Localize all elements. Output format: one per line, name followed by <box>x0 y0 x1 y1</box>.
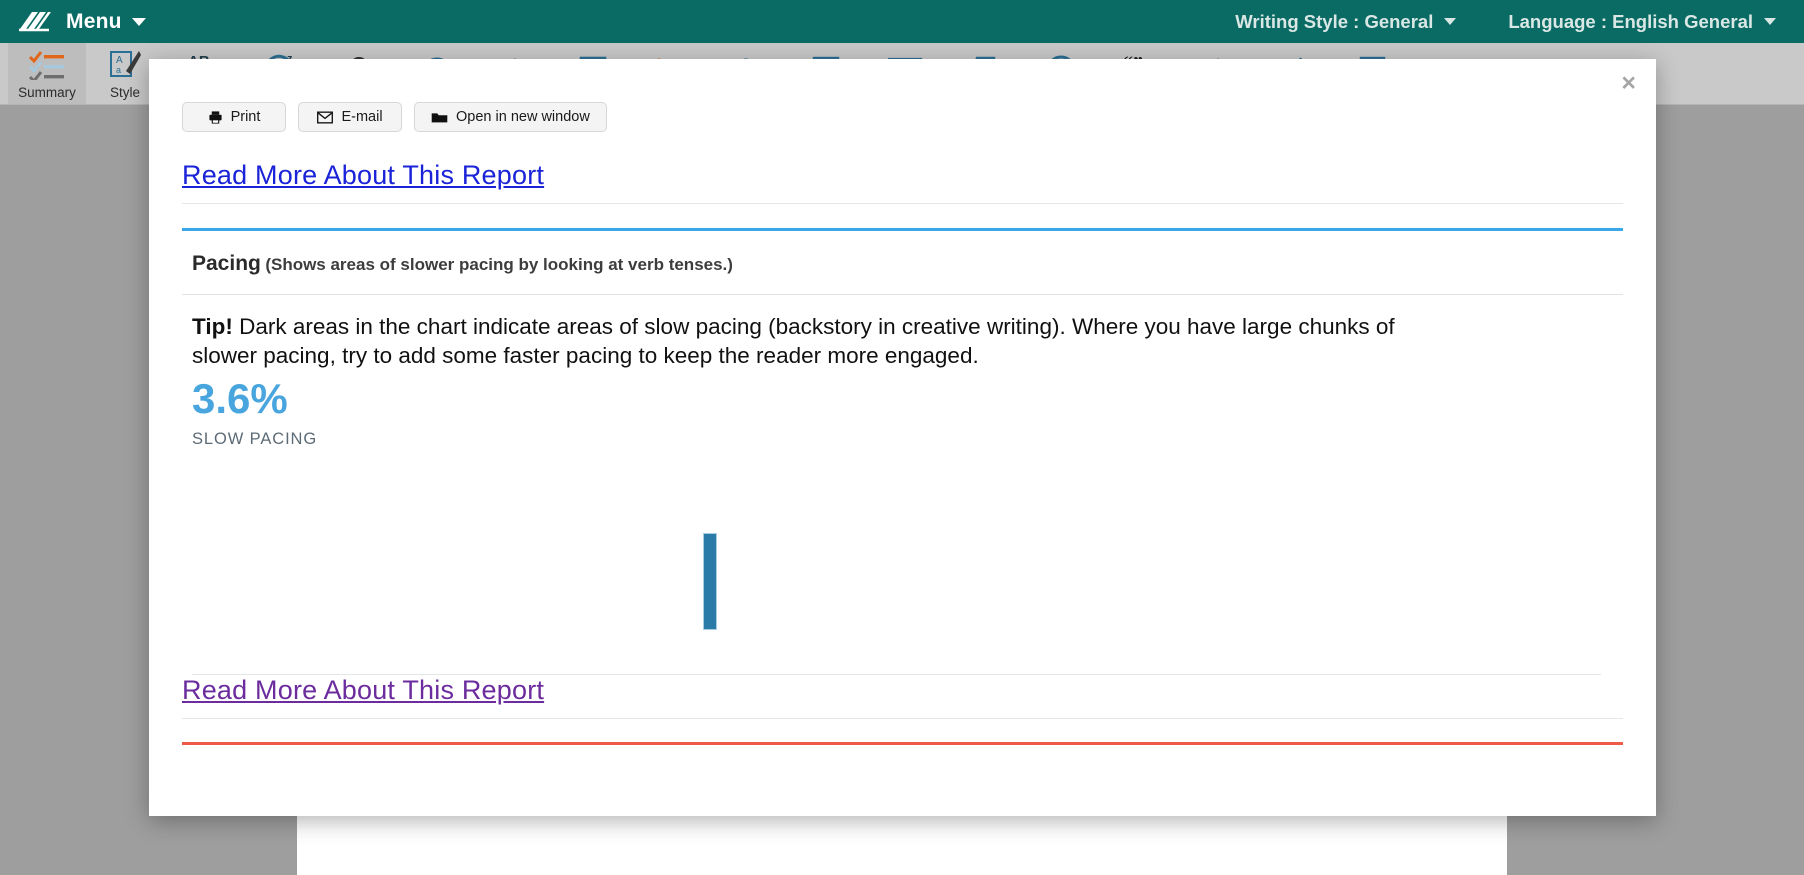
ribbon-item-label: Style <box>109 85 140 100</box>
chart-baseline <box>192 673 1601 675</box>
divider-light-bottom <box>182 717 1623 719</box>
email-button-label: E-mail <box>341 109 383 125</box>
printer-icon <box>208 110 223 125</box>
remnant-1 <box>449 177 454 191</box>
folder-open-icon <box>431 111 448 124</box>
slow-pacing-label: SLOW PACING <box>192 429 318 448</box>
slow-pacing-value: 3.6% <box>192 374 288 422</box>
pacing-section-header: Pacing (Shows areas of slower pacing by … <box>182 231 1623 276</box>
pacing-tip: Tip! Dark areas in the chart indicate ar… <box>182 295 1427 371</box>
ribbon-item-summary[interactable]: Summary <box>8 43 86 104</box>
chart-bar <box>702 532 717 630</box>
open-in-new-window-button-label: Open in new window <box>456 109 590 125</box>
report-content: Read More About This Report Pacing (Show… <box>149 132 1656 767</box>
divider-light-top <box>182 203 1623 204</box>
menu-label: Menu <box>66 9 122 33</box>
ribbon-item-label: Summary <box>18 85 76 100</box>
book-logo-icon <box>18 9 52 35</box>
report-modal-body: Print E-mail Open in new window Read Mor… <box>149 59 1656 816</box>
report-modal: × Print E-mail Open in new window Read M… <box>149 59 1656 816</box>
pacing-section-title: Pacing <box>192 252 261 275</box>
chevron-down-icon <box>1444 18 1457 25</box>
pacing-section-subtitle: (Shows areas of slower pacing by looking… <box>265 255 733 274</box>
style-scroll-quill-icon: A a <box>106 47 144 83</box>
scrolled-content-remnant <box>449 177 1009 191</box>
brand-area: Menu <box>0 9 146 35</box>
remnant-2 <box>520 177 525 191</box>
screen: ##13. *Flowers from the Storm* by Laura … <box>0 0 1804 875</box>
app-header-right: Writing Style : General Language : Engli… <box>1235 11 1804 33</box>
tip-text: Dark areas in the chart indicate areas o… <box>192 314 1395 368</box>
read-more-link-bottom[interactable]: Read More About This Report <box>182 675 544 706</box>
checklist-icon <box>28 47 66 83</box>
envelope-icon <box>317 111 334 124</box>
report-action-toolbar: Print E-mail Open in new window <box>149 59 1656 132</box>
remnant-3 <box>590 177 595 191</box>
pacing-chart <box>192 465 1623 675</box>
writing-style-label: Writing Style : General <box>1235 10 1434 32</box>
app-header-bar: Menu Writing Style : General Language : … <box>0 0 1804 43</box>
menu-button[interactable]: Menu <box>66 10 146 34</box>
chevron-down-icon <box>1764 18 1776 25</box>
writing-style-dropdown[interactable]: Writing Style : General <box>1235 10 1457 33</box>
open-in-new-window-button[interactable]: Open in new window <box>414 102 607 132</box>
print-button-label: Print <box>230 109 261 125</box>
transitions-section-header: Transitions (Shows transition words, whi… <box>182 745 1623 767</box>
language-dropdown[interactable]: Language : English General <box>1508 11 1776 33</box>
chevron-down-icon <box>131 17 146 26</box>
pacing-metric: 3.6% SLOW PACING <box>182 371 1623 449</box>
tip-label: Tip! <box>192 314 233 339</box>
language-label: Language : English General <box>1508 10 1753 32</box>
email-button[interactable]: E-mail <box>298 102 402 132</box>
print-button[interactable]: Print <box>182 102 286 132</box>
svg-text:a: a <box>116 65 121 75</box>
